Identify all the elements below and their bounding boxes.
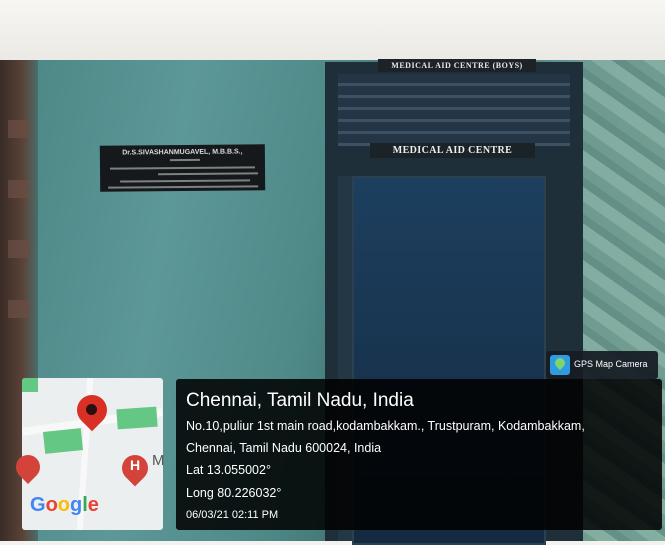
- map-partial-label: M: [152, 452, 165, 469]
- plaque-name: Dr.S.SIVASHANMUGAVEL, M.B.B.S.,: [122, 148, 243, 157]
- door-vent: [338, 74, 570, 146]
- google-logo: Google: [30, 494, 99, 516]
- timestamp: 06/03/21 02:11 PM: [186, 509, 279, 521]
- address-line-2: Chennai, Tamil Nadu 600024, India: [186, 441, 382, 455]
- sign-top: MEDICAL AID CENTRE (BOYS): [378, 59, 536, 72]
- address-line-1: No.10,puliur 1st main road,kodambakkam.,…: [186, 419, 585, 433]
- gps-badge-label: GPS Map Camera: [574, 359, 648, 369]
- latitude: Lat 13.055002°: [186, 463, 271, 477]
- ceiling-strip: [0, 0, 665, 62]
- photo-scene: MEDICAL AID CENTRE (BOYS) MEDICAL AID CE…: [0, 0, 665, 545]
- doctor-plaque: Dr.S.SIVASHANMUGAVEL, M.B.B.S.,: [99, 144, 266, 192]
- hospital-letter: H: [129, 457, 141, 473]
- longitude: Long 80.226032°: [186, 486, 282, 500]
- location-city: Chennai, Tamil Nadu, India: [186, 390, 414, 411]
- sign-main: MEDICAL AID CENTRE: [370, 143, 535, 158]
